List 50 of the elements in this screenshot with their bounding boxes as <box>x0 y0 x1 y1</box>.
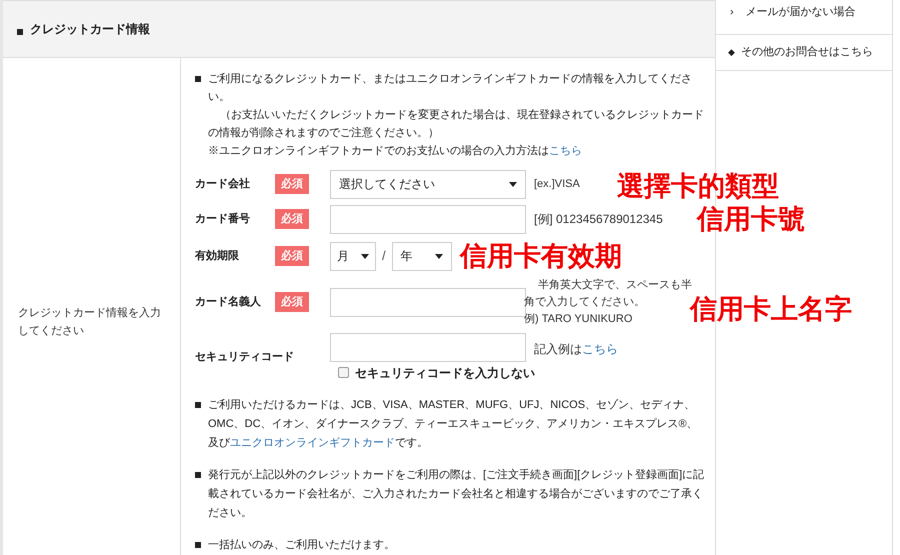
hint-text: [例] 0123456789012345 <box>534 211 663 228</box>
intro-text: ご利用になるクレジットカード、またはユニクロオンラインギフトカードの情報を入力してください。 <box>208 72 693 105</box>
sidebar-link[interactable]: › メールが届かない場合 <box>716 0 892 35</box>
note-text: 一括払いのみ、ご利用いただけます。 <box>208 538 395 553</box>
bullet-icon <box>195 76 201 82</box>
annotation-text: 信用卡上名字 <box>690 293 852 325</box>
bullet-icon <box>17 29 23 35</box>
field-label: カード番号 <box>195 212 251 227</box>
bullet-icon <box>195 402 201 408</box>
security-code-field[interactable] <box>330 332 526 362</box>
section-title: クレジットカード情報 <box>30 20 150 38</box>
month-select[interactable]: 月 <box>330 242 376 270</box>
gift-text: ※ユニクロオンラインギフトカードでのお支払いの場合の入力方法はこちら <box>208 144 583 159</box>
bullet-icon <box>195 472 201 478</box>
hint-text: 半角英大文字で、スペースも半角で入力してください。 <box>524 278 692 308</box>
field-label: カード名義人 <box>195 294 262 310</box>
annotation-text: 信用卡號 <box>697 203 805 235</box>
separator-text: / <box>382 247 386 265</box>
caret-icon <box>361 254 369 258</box>
card-number-field[interactable] <box>330 204 526 234</box>
required-badge: 必須 <box>275 246 309 266</box>
year-select[interactable]: 年 <box>392 242 452 270</box>
gift-link[interactable]: こちら <box>549 145 582 157</box>
cardholder-name-field[interactable] <box>330 288 526 316</box>
caret-icon <box>509 182 517 186</box>
gift-card-link[interactable]: ユニクロオンラインギフトカード <box>230 437 395 449</box>
required-badge: 必須 <box>275 209 309 229</box>
note-text: ご利用いただけるカードは、JCB、VISA、MASTER、MUFG、UFJ、NICOS、セゾン、セディナ、OMC、DC、イオン、ダイナースクラブ、ティーエスキュービック、アメリカン・エキスプレス®、及びユニクロオンラインギフトカードです。 <box>208 398 699 451</box>
chevron-icon: › <box>730 4 734 20</box>
card-company-select[interactable]: 選択してください <box>330 170 526 198</box>
annotation-text: 選擇卡的類型 <box>617 170 779 202</box>
note-text: 発行元が上記以外のクレジットカードをご利用の際は、[ご注文手続き画面][クレジット登録画面]に記載されているカード会社名が、ご入力されたカード会社名と相違する場合がございますのでご了承ください。 <box>208 468 705 521</box>
example-link[interactable]: こちら <box>582 342 618 356</box>
diamond-icon: ◆ <box>728 46 735 60</box>
required-badge: 必須 <box>275 292 309 312</box>
example-text: 例) TARO YUNIKURO <box>524 312 634 326</box>
hint-text: [ex.]VISA <box>534 177 580 192</box>
checkbox[interactable] <box>338 367 349 378</box>
field-label: カード会社 <box>195 176 251 192</box>
bullet-icon <box>195 542 201 548</box>
field-label: セキュリティコード <box>195 350 295 365</box>
sidebar-link[interactable]: ◆ その他のお問合せはこちら <box>716 35 892 71</box>
required-badge: 必須 <box>275 174 309 194</box>
hint-text: 記入例は こちら <box>534 341 618 358</box>
field-label: 有効期限 <box>195 248 240 264</box>
side-label: クレジットカード情報を入力してください <box>18 306 162 338</box>
caret-icon <box>434 254 443 258</box>
checkbox-label: セキュリティコードを入力しない <box>355 364 535 382</box>
annotation-text: 信用卡有效期 <box>460 240 622 272</box>
note-text: （お支払いいただくクレジットカードを変更された場合は、現在登録されているクレジットカードの情報が削除されますのでご注意ください。） <box>208 108 705 141</box>
